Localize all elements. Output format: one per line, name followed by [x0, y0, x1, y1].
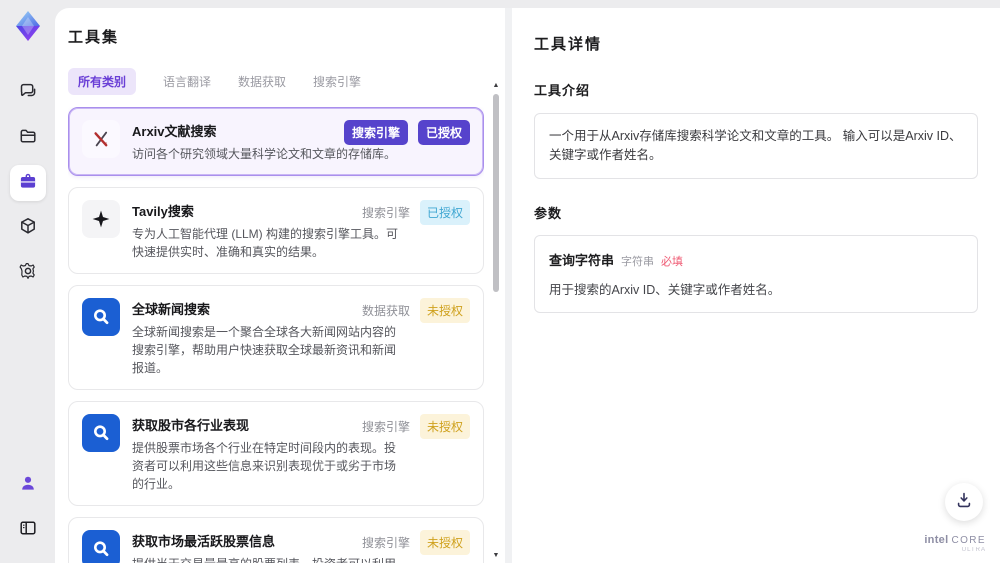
tool-category-tag: 数据获取: [361, 304, 410, 318]
main-panel: 工具集 所有类别 语言翻译 数据获取 搜索引擎 Arxiv文献搜索 访问各个研究领域大…: [55, 8, 1000, 563]
download-icon: [954, 490, 974, 515]
detail-title: 工具详情: [534, 36, 603, 53]
app-logo-icon: [9, 7, 47, 45]
tool-card[interactable]: 获取股市各行业表现 提供股票市场各个行业在特定时间段内的表现。投资者可以利用这些…: [68, 401, 484, 506]
category-tab[interactable]: 数据获取: [238, 68, 286, 95]
list-scrollbar[interactable]: ▲ ▼: [491, 82, 501, 559]
scrollbar-thumb[interactable]: [493, 94, 499, 292]
tavily-icon: [82, 200, 120, 238]
tool-description: 访问各个研究领域大量科学论文和文章的存储库。: [132, 147, 397, 161]
tool-category-tag: 搜索引擎: [343, 120, 408, 145]
tool-description: 专为人工智能代理 (LLM) 构建的搜索引擎工具。可快速提供实时、准确和真实的结…: [132, 227, 399, 259]
parameter-name: 查询字符串: [549, 252, 615, 268]
download-button[interactable]: [945, 483, 983, 521]
tool-card[interactable]: Tavily搜索 专为人工智能代理 (LLM) 构建的搜索引擎工具。可快速提供实…: [68, 187, 484, 274]
user-icon: [18, 473, 38, 498]
tool-card-list: Arxiv文献搜索 访问各个研究领域大量科学论文和文章的存储库。 搜索引擎 已授…: [68, 107, 484, 563]
tool-category-tag: 搜索引擎: [361, 536, 410, 550]
page-title: 工具集: [68, 29, 120, 46]
tool-list-panel: 工具集 所有类别 语言翻译 数据获取 搜索引擎 Arxiv文献搜索 访问各个研究领域大…: [55, 8, 505, 563]
category-tab[interactable]: 所有类别: [68, 68, 137, 95]
gear-icon: [18, 261, 38, 286]
category-tab[interactable]: 搜索引擎: [313, 68, 361, 95]
parameter-box: 查询字符串 字符串 必填 用于搜索的Arxiv ID、关键字或作者姓名。: [534, 234, 978, 313]
sidebar-item-models[interactable]: [10, 210, 46, 246]
tool-intro-box: 一个用于从Arxiv存储库搜索科学论文和文章的工具。 输入可以是Arxiv ID…: [534, 113, 978, 179]
intro-heading: 工具介绍: [534, 83, 591, 98]
category-tab[interactable]: 语言翻译: [163, 68, 211, 95]
news-search-icon: [82, 298, 120, 336]
tool-description: 提供当天交易量最高的股票列表，投资者可以利用这些信息来识别流动性强的股票和潜在的…: [132, 555, 404, 563]
parameter-type: 字符串: [621, 255, 655, 268]
tool-status-badge: 未授权: [419, 298, 470, 323]
sidebar-item-panel-toggle[interactable]: [10, 512, 46, 548]
folder-icon: [18, 126, 38, 151]
tool-detail-panel: 工具详情 工具介绍 一个用于从Arxiv存储库搜索科学论文和文章的工具。 输入可…: [505, 8, 1000, 563]
panel-toggle-icon: [18, 518, 38, 543]
scroll-down-arrow-icon[interactable]: ▼: [492, 552, 500, 559]
tool-tags: 搜索引擎 未授权: [362, 414, 470, 439]
intel-wordmark: intel: [924, 533, 949, 546]
stock-search-icon: [82, 530, 120, 563]
tool-status-badge: 已授权: [419, 200, 470, 225]
tool-tags: 搜索引擎 未授权: [362, 530, 470, 555]
scroll-up-arrow-icon[interactable]: ▲: [492, 82, 500, 89]
params-heading: 参数: [534, 205, 563, 221]
ultra-wordmark: ultra: [961, 547, 986, 554]
briefcase-icon: [18, 171, 38, 196]
tool-intro-text: 一个用于从Arxiv存储库搜索科学论文和文章的工具。 输入可以是Arxiv ID…: [549, 129, 962, 162]
sidebar-item-account[interactable]: [10, 467, 46, 503]
core-wordmark: core: [951, 534, 986, 546]
category-tabs: 所有类别 语言翻译 数据获取 搜索引擎: [68, 68, 505, 95]
cube-icon: [18, 216, 38, 241]
tool-status-badge: 未授权: [419, 530, 470, 555]
tool-card[interactable]: 获取市场最活跃股票信息 提供当天交易量最高的股票列表，投资者可以利用这些信息来识…: [68, 517, 484, 563]
tool-tags: 搜索引擎 已授权: [362, 200, 470, 225]
sidebar-item-settings[interactable]: [10, 255, 46, 291]
tool-card[interactable]: 全球新闻搜索 全球新闻搜索是一个聚合全球各大新闻网站内容的搜索引擎，帮助用户快速…: [68, 285, 484, 390]
tool-status-badge: 未授权: [419, 414, 470, 439]
tool-tags: 搜索引擎 已授权: [343, 120, 470, 145]
chat-icon: [18, 81, 38, 106]
tool-tags: 数据获取 未授权: [362, 298, 470, 323]
tool-status-badge: 已授权: [417, 120, 470, 145]
tool-card[interactable]: Arxiv文献搜索 访问各个研究领域大量科学论文和文章的存储库。 搜索引擎 已授…: [68, 107, 484, 176]
parameter-description: 用于搜索的Arxiv ID、关键字或作者姓名。: [549, 282, 781, 297]
sidebar-item-toolkit[interactable]: [9, 165, 46, 201]
tool-category-tag: 搜索引擎: [361, 206, 410, 220]
app-sidebar: [0, 0, 55, 563]
parameter-required-badge: 必填: [661, 255, 684, 268]
tool-category-tag: 搜索引擎: [361, 420, 410, 434]
tool-description: 全球新闻搜索是一个聚合全球各大新闻网站内容的搜索引擎，帮助用户快速获取全球最新资…: [132, 325, 397, 375]
intel-core-logo: intel core ultra: [924, 530, 986, 554]
sidebar-item-files[interactable]: [10, 120, 46, 156]
tool-description: 提供股票市场各个行业在特定时间段内的表现。投资者可以利用这些信息来识别表现优于或…: [132, 441, 397, 491]
sidebar-item-chat[interactable]: [10, 75, 46, 111]
stock-search-icon: [82, 414, 120, 452]
arxiv-icon: [82, 120, 120, 158]
